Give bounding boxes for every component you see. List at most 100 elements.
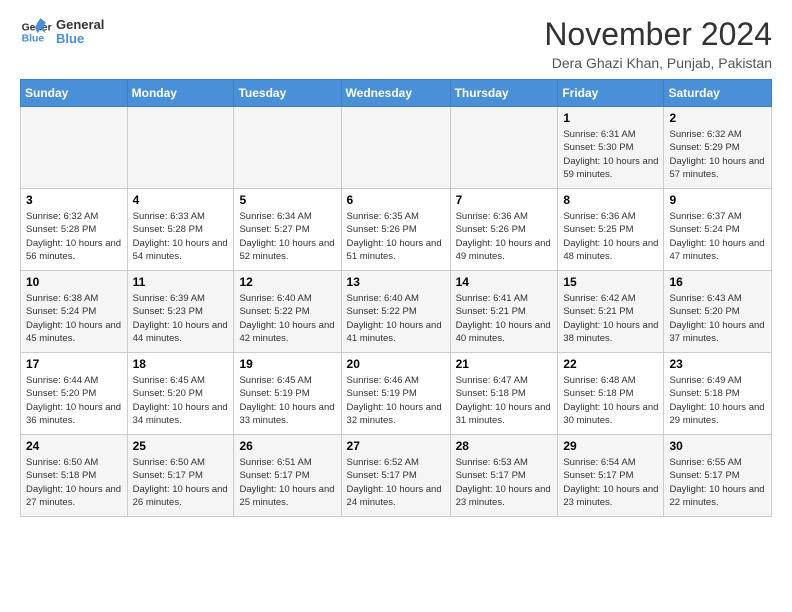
day-info: Sunrise: 6:50 AM Sunset: 5:17 PM Dayligh… <box>133 456 229 509</box>
location: Dera Ghazi Khan, Punjab, Pakistan <box>544 55 772 71</box>
calendar-cell: 25 Sunrise: 6:50 AM Sunset: 5:17 PM Dayli… <box>127 435 234 517</box>
day-info: Sunrise: 6:55 AM Sunset: 5:17 PM Dayligh… <box>669 456 766 509</box>
day-info: Sunrise: 6:43 AM Sunset: 5:20 PM Dayligh… <box>669 292 766 345</box>
day-number: 19 <box>239 357 335 371</box>
calendar-cell: 14 Sunrise: 6:41 AM Sunset: 5:21 PM Dayli… <box>450 271 558 353</box>
day-info: Sunrise: 6:54 AM Sunset: 5:17 PM Dayligh… <box>563 456 658 509</box>
calendar-week-4: 17 Sunrise: 6:44 AM Sunset: 5:20 PM Dayli… <box>21 353 772 435</box>
month-title: November 2024 <box>544 16 772 53</box>
day-number: 16 <box>669 275 766 289</box>
day-info: Sunrise: 6:34 AM Sunset: 5:27 PM Dayligh… <box>239 210 335 263</box>
calendar-cell: 8Sunrise: 6:36 AM Sunset: 5:25 PM Daylig… <box>558 189 664 271</box>
col-wednesday: Wednesday <box>341 80 450 107</box>
day-info: Sunrise: 6:41 AM Sunset: 5:21 PM Dayligh… <box>456 292 553 345</box>
calendar-week-3: 10 Sunrise: 6:38 AM Sunset: 5:24 PM Dayli… <box>21 271 772 353</box>
day-number: 29 <box>563 439 658 453</box>
calendar-cell: 12Sunrise: 6:40 AM Sunset: 5:22 PM Dayli… <box>234 271 341 353</box>
header-row: Sunday Monday Tuesday Wednesday Thursday… <box>21 80 772 107</box>
day-info: Sunrise: 6:53 AM Sunset: 5:17 PM Dayligh… <box>456 456 553 509</box>
col-monday: Monday <box>127 80 234 107</box>
day-info: Sunrise: 6:49 AM Sunset: 5:18 PM Dayligh… <box>669 374 766 427</box>
calendar-cell: 16 Sunrise: 6:43 AM Sunset: 5:20 PM Dayli… <box>664 271 772 353</box>
title-block: November 2024 Dera Ghazi Khan, Punjab, P… <box>544 16 772 71</box>
day-info: Sunrise: 6:36 AM Sunset: 5:25 PM Dayligh… <box>563 210 658 263</box>
day-number: 11 <box>133 275 229 289</box>
calendar-cell: 26Sunrise: 6:51 AM Sunset: 5:17 PM Dayli… <box>234 435 341 517</box>
calendar-cell: 29 Sunrise: 6:54 AM Sunset: 5:17 PM Dayli… <box>558 435 664 517</box>
calendar-cell: 24Sunrise: 6:50 AM Sunset: 5:18 PM Dayli… <box>21 435 128 517</box>
day-number: 27 <box>347 439 445 453</box>
day-number: 17 <box>26 357 122 371</box>
logo-line2: Blue <box>56 32 104 46</box>
calendar-cell <box>341 107 450 189</box>
col-tuesday: Tuesday <box>234 80 341 107</box>
day-info: Sunrise: 6:37 AM Sunset: 5:24 PM Dayligh… <box>669 210 766 263</box>
day-info: Sunrise: 6:50 AM Sunset: 5:18 PM Dayligh… <box>26 456 122 509</box>
calendar-cell: 21Sunrise: 6:47 AM Sunset: 5:18 PM Dayli… <box>450 353 558 435</box>
calendar-cell: 18 Sunrise: 6:45 AM Sunset: 5:20 PM Dayli… <box>127 353 234 435</box>
logo: General Blue General Blue <box>20 16 104 48</box>
calendar-body: 1 Sunrise: 6:31 AM Sunset: 5:30 PM Daylig… <box>21 107 772 517</box>
calendar-cell <box>21 107 128 189</box>
day-info: Sunrise: 6:40 AM Sunset: 5:22 PM Dayligh… <box>239 292 335 345</box>
day-number: 2 <box>669 111 766 125</box>
calendar-cell: 22Sunrise: 6:48 AM Sunset: 5:18 PM Dayli… <box>558 353 664 435</box>
calendar-cell: 2 Sunrise: 6:32 AM Sunset: 5:29 PM Daylig… <box>664 107 772 189</box>
day-number: 25 <box>133 439 229 453</box>
day-info: Sunrise: 6:32 AM Sunset: 5:28 PM Dayligh… <box>26 210 122 263</box>
day-number: 23 <box>669 357 766 371</box>
day-info: Sunrise: 6:38 AM Sunset: 5:24 PM Dayligh… <box>26 292 122 345</box>
day-info: Sunrise: 6:45 AM Sunset: 5:19 PM Dayligh… <box>239 374 335 427</box>
calendar-cell: 20Sunrise: 6:46 AM Sunset: 5:19 PM Dayli… <box>341 353 450 435</box>
calendar-cell: 9 Sunrise: 6:37 AM Sunset: 5:24 PM Daylig… <box>664 189 772 271</box>
day-number: 28 <box>456 439 553 453</box>
calendar-cell: 10 Sunrise: 6:38 AM Sunset: 5:24 PM Dayli… <box>21 271 128 353</box>
calendar-cell <box>127 107 234 189</box>
calendar-cell <box>234 107 341 189</box>
calendar-cell: 11 Sunrise: 6:39 AM Sunset: 5:23 PM Dayli… <box>127 271 234 353</box>
day-info: Sunrise: 6:48 AM Sunset: 5:18 PM Dayligh… <box>563 374 658 427</box>
calendar-cell: 28 Sunrise: 6:53 AM Sunset: 5:17 PM Dayli… <box>450 435 558 517</box>
day-info: Sunrise: 6:33 AM Sunset: 5:28 PM Dayligh… <box>133 210 229 263</box>
day-number: 15 <box>563 275 658 289</box>
col-saturday: Saturday <box>664 80 772 107</box>
day-info: Sunrise: 6:32 AM Sunset: 5:29 PM Dayligh… <box>669 128 766 181</box>
day-number: 13 <box>347 275 445 289</box>
day-info: Sunrise: 6:31 AM Sunset: 5:30 PM Dayligh… <box>563 128 658 181</box>
day-number: 4 <box>133 193 229 207</box>
calendar-cell: 1 Sunrise: 6:31 AM Sunset: 5:30 PM Daylig… <box>558 107 664 189</box>
calendar-cell: 7Sunrise: 6:36 AM Sunset: 5:26 PM Daylig… <box>450 189 558 271</box>
day-info: Sunrise: 6:39 AM Sunset: 5:23 PM Dayligh… <box>133 292 229 345</box>
calendar-cell: 5Sunrise: 6:34 AM Sunset: 5:27 PM Daylig… <box>234 189 341 271</box>
day-number: 14 <box>456 275 553 289</box>
logo-line1: General <box>56 18 104 32</box>
day-number: 9 <box>669 193 766 207</box>
calendar: Sunday Monday Tuesday Wednesday Thursday… <box>20 79 772 517</box>
col-sunday: Sunday <box>21 80 128 107</box>
calendar-cell <box>450 107 558 189</box>
calendar-header: Sunday Monday Tuesday Wednesday Thursday… <box>21 80 772 107</box>
day-info: Sunrise: 6:52 AM Sunset: 5:17 PM Dayligh… <box>347 456 445 509</box>
calendar-cell: 6Sunrise: 6:35 AM Sunset: 5:26 PM Daylig… <box>341 189 450 271</box>
calendar-week-2: 3 Sunrise: 6:32 AM Sunset: 5:28 PM Daylig… <box>21 189 772 271</box>
day-number: 30 <box>669 439 766 453</box>
day-info: Sunrise: 6:42 AM Sunset: 5:21 PM Dayligh… <box>563 292 658 345</box>
header: General Blue General Blue November 2024 … <box>20 16 772 71</box>
day-info: Sunrise: 6:44 AM Sunset: 5:20 PM Dayligh… <box>26 374 122 427</box>
day-number: 7 <box>456 193 553 207</box>
col-thursday: Thursday <box>450 80 558 107</box>
day-info: Sunrise: 6:45 AM Sunset: 5:20 PM Dayligh… <box>133 374 229 427</box>
calendar-week-5: 24Sunrise: 6:50 AM Sunset: 5:18 PM Dayli… <box>21 435 772 517</box>
calendar-cell: 17 Sunrise: 6:44 AM Sunset: 5:20 PM Dayli… <box>21 353 128 435</box>
day-info: Sunrise: 6:40 AM Sunset: 5:22 PM Dayligh… <box>347 292 445 345</box>
day-number: 10 <box>26 275 122 289</box>
day-number: 1 <box>563 111 658 125</box>
calendar-cell: 19 Sunrise: 6:45 AM Sunset: 5:19 PM Dayli… <box>234 353 341 435</box>
day-info: Sunrise: 6:35 AM Sunset: 5:26 PM Dayligh… <box>347 210 445 263</box>
calendar-cell: 13 Sunrise: 6:40 AM Sunset: 5:22 PM Dayli… <box>341 271 450 353</box>
day-number: 18 <box>133 357 229 371</box>
calendar-cell: 4 Sunrise: 6:33 AM Sunset: 5:28 PM Daylig… <box>127 189 234 271</box>
day-number: 26 <box>239 439 335 453</box>
day-number: 3 <box>26 193 122 207</box>
day-number: 20 <box>347 357 445 371</box>
